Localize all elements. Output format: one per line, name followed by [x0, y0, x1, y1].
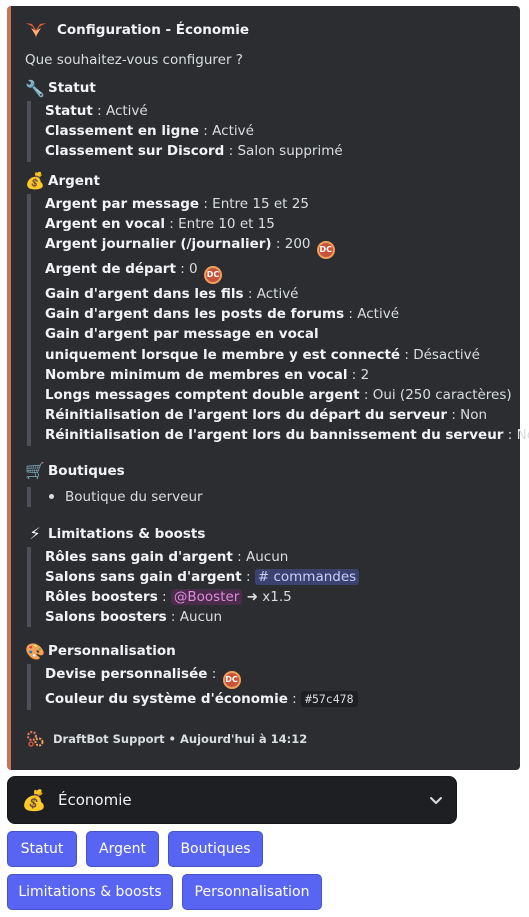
blockquote: Boutique du serveur	[27, 486, 506, 507]
money-bag-icon: 💰	[21, 788, 47, 812]
blockquote: Argent par message : Entre 15 et 25 Arge…	[27, 193, 529, 446]
section-title: Argent	[48, 172, 100, 189]
list-item: Boutique du serveur	[45, 487, 506, 507]
gears-icon	[25, 729, 45, 749]
channel-mention[interactable]: # commandes	[254, 568, 360, 585]
field-line: Classement en ligne : Activé	[45, 123, 254, 140]
color-code: #57c478	[301, 691, 358, 708]
lightning-icon: ⚡	[29, 524, 41, 544]
chevron-down-icon	[428, 792, 444, 808]
blockquote: Devise personnalisée : DC Couleur du sys…	[27, 664, 506, 710]
draftbot-logo-icon	[25, 19, 47, 41]
field-line: Gain d'argent par message en vocal	[45, 326, 319, 343]
field-line: Rôles boosters : @Booster ➜ x1.5	[45, 589, 292, 606]
embed-card: Configuration - Économie Que souhaitez-v…	[7, 6, 529, 770]
section-statut: 🔧 Statut Statut : Activé Classement en l…	[25, 77, 506, 162]
section-title: Boutiques	[48, 462, 125, 479]
blockquote: Statut : Activé Classement en ligne : Ac…	[27, 101, 506, 162]
field-line: Couleur du système d'économie : #57c478	[45, 689, 506, 709]
section-title: Statut	[48, 80, 96, 96]
field-line: Salons sans gain d'argent : # commandes	[45, 567, 506, 587]
money-bag-icon: 💰	[25, 171, 45, 191]
field-line: Rôles sans gain d'argent : Aucun	[45, 548, 289, 565]
palette-icon: 🎨	[25, 641, 45, 661]
field-line: Longs messages comptent double argent : …	[45, 387, 512, 404]
personnalisation-button[interactable]: Personnalisation	[182, 874, 322, 910]
field-line: Classement sur Discord : Salon supprimé	[45, 143, 343, 160]
embed-author: Configuration - Économie	[25, 18, 506, 42]
field-line: Nombre minimum de membres en vocal : 2	[45, 366, 370, 383]
field-line: Devise personnalisée : DC	[45, 664, 506, 690]
footer-text: DraftBot Support • Aujourd'hui à 14:12	[53, 732, 308, 746]
blockquote: Rôles sans gain d'argent : Aucun Salons …	[27, 546, 506, 628]
section-title: Limitations & boosts	[48, 525, 206, 542]
embed-author-name: Configuration - Économie	[57, 22, 250, 38]
embed-description: Que souhaitez-vous configurer ?	[25, 52, 243, 68]
statut-button[interactable]: Statut	[7, 831, 77, 867]
category-select-menu[interactable]: 💰 Économie	[7, 776, 457, 824]
embed-footer: DraftBot Support • Aujourd'hui à 14:12	[25, 729, 307, 749]
field-line: uniquement lorsque le membre y est conne…	[45, 346, 480, 363]
field-line: Statut : Activé	[45, 103, 148, 119]
wrench-icon: 🔧	[25, 78, 45, 98]
field-line: Réinitialisation de l'argent lors du dép…	[45, 407, 488, 424]
field-line: Réinitialisation de l'argent lors du ban…	[45, 427, 529, 444]
bullet-icon	[49, 494, 54, 500]
coin-icon: DC	[222, 671, 241, 690]
field-line: Argent par message : Entre 15 et 25	[45, 195, 309, 212]
section-limitations: ⚡ Limitations & boosts Rôles sans gain d…	[25, 523, 506, 628]
field-line: Salons boosters : Aucun	[45, 609, 223, 626]
field-line: Argent de départ : 0 DC	[45, 259, 506, 285]
field-line: Argent journalier (/journalier) : 200 DC	[45, 234, 506, 260]
coin-icon: DC	[203, 266, 222, 285]
coin-icon: DC	[316, 241, 335, 260]
boutiques-button[interactable]: Boutiques	[168, 831, 263, 867]
field-line: Gain d'argent dans les fils : Activé	[45, 286, 299, 303]
section-argent: 💰 Argent Argent par message : Entre 15 e…	[25, 170, 529, 446]
role-mention[interactable]: @Booster	[170, 589, 243, 606]
section-title: Personnalisation	[48, 643, 176, 660]
select-value: Économie	[58, 791, 132, 809]
field-line: Argent en vocal : Entre 10 et 15	[45, 215, 275, 232]
limitations-button[interactable]: Limitations & boosts	[7, 874, 173, 910]
section-boutiques: 🛒 Boutiques Boutique du serveur	[25, 460, 506, 507]
shopping-cart-icon: 🛒	[25, 461, 45, 481]
argent-button[interactable]: Argent	[86, 831, 159, 867]
field-line: Gain d'argent dans les posts de forums :…	[45, 306, 400, 323]
section-personnalisation: 🎨 Personnalisation Devise personnalisée …	[25, 640, 506, 710]
